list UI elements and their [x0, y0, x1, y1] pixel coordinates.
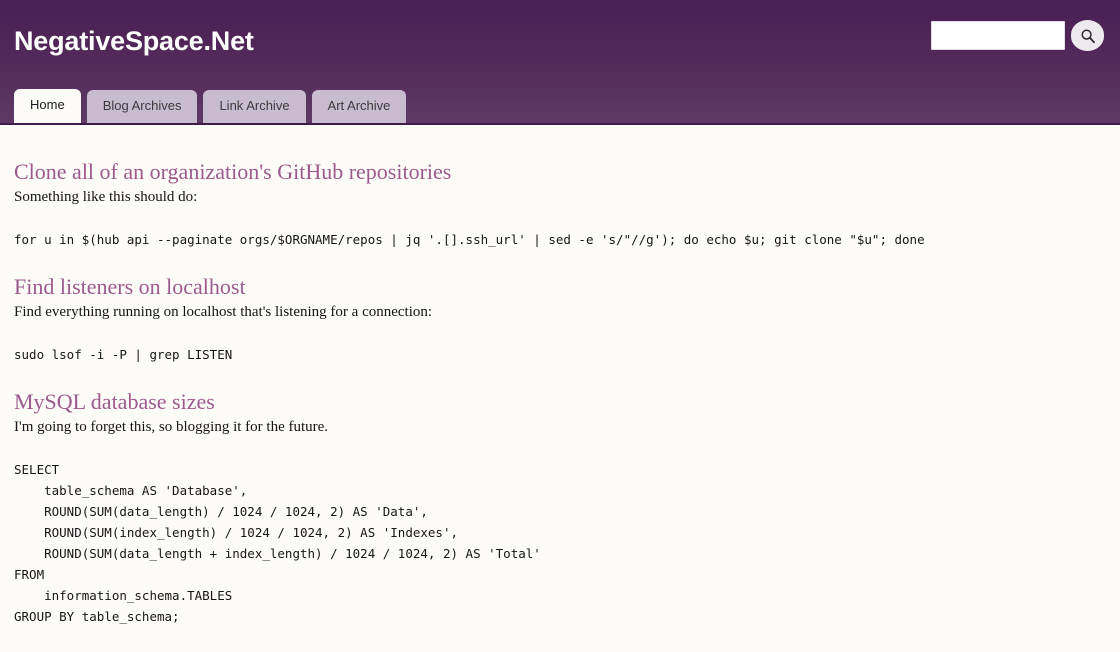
main-content: Clone all of an organization's GitHub re…: [0, 123, 1120, 652]
post-title[interactable]: Clone all of an organization's GitHub re…: [14, 159, 1106, 185]
code-block: SELECT table_schema AS 'Database', ROUND…: [14, 462, 541, 624]
site-title[interactable]: NegativeSpace.Net: [14, 26, 254, 57]
post-intro: Something like this should do:: [14, 189, 198, 205]
search-icon: [1080, 28, 1096, 44]
search-button[interactable]: [1071, 20, 1104, 51]
post-find-listeners: Find listeners on localhost Find everyth…: [14, 274, 1106, 365]
post-intro: Find everything running on localhost tha…: [14, 304, 433, 320]
tab-bar: Home Blog Archives Link Archive Art Arch…: [14, 89, 407, 123]
search-input[interactable]: [931, 21, 1065, 50]
tab-link-archive[interactable]: Link Archive: [203, 90, 306, 123]
post-title[interactable]: MySQL database sizes: [14, 389, 1106, 415]
search-area: [931, 20, 1104, 51]
tab-art-archive[interactable]: Art Archive: [311, 90, 407, 123]
tab-blog-archives[interactable]: Blog Archives: [86, 90, 198, 123]
post-title[interactable]: Find listeners on localhost: [14, 274, 1106, 300]
tab-home[interactable]: Home: [14, 89, 81, 123]
code-block: sudo lsof -i -P | grep LISTEN: [14, 347, 233, 362]
post-intro: I'm going to forget this, so blogging it…: [14, 419, 329, 435]
code-block: for u in $(hub api --paginate orgs/$ORGN…: [14, 232, 925, 247]
post-clone-github-repos: Clone all of an organization's GitHub re…: [14, 125, 1106, 250]
post-mysql-database-sizes: MySQL database sizes I'm going to forget…: [14, 389, 1106, 627]
site-header: NegativeSpace.Net Home Blog Archives Lin…: [0, 0, 1120, 123]
